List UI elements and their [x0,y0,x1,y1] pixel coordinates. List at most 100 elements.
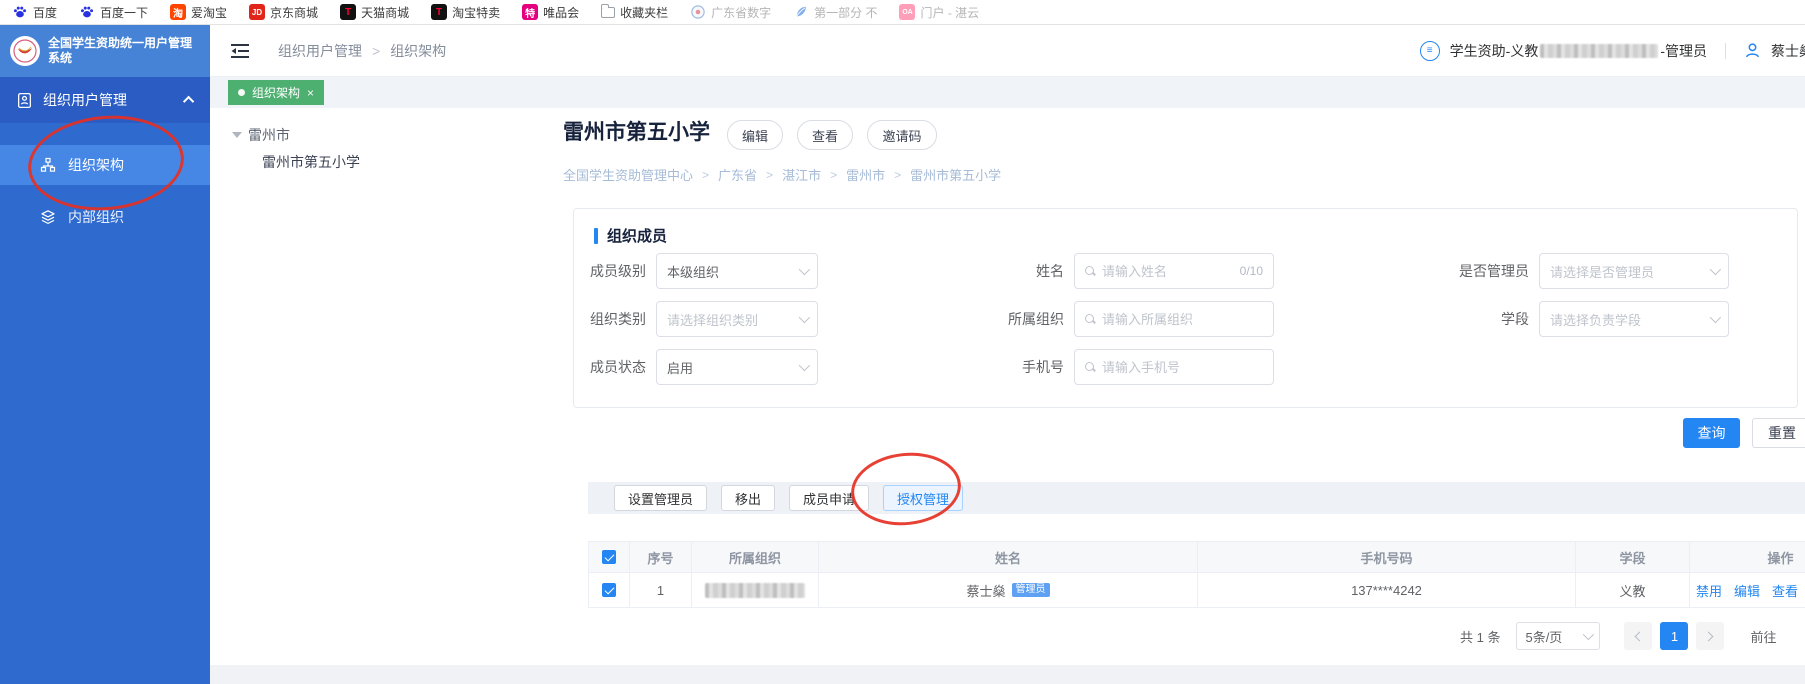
tree-node-label: 雷州市第五小学 [262,152,360,172]
bookmark-part-one[interactable]: 第一部分 不 [793,4,877,21]
header-stage: 学段 [1576,541,1690,573]
authorization-manage-button[interactable]: 授权管理 [883,485,963,511]
org-path-item[interactable]: 湛江市 [782,165,821,184]
page-bottom-band [210,665,1805,684]
total-count: 共 1 条 [1460,627,1500,646]
collapse-menu-icon[interactable] [230,42,250,60]
page-size-value: 5条/页 [1525,627,1562,646]
next-page-button[interactable] [1696,622,1724,650]
bookmark-taobao-sale[interactable]: T 淘宝特卖 [431,4,500,21]
members-table: 序号 所属组织 姓名 手机号码 学段 操作 1 蔡士燊 管理员 137****4… [588,541,1805,608]
page-size-select[interactable]: 5条/页 [1516,622,1600,650]
edit-link[interactable]: 编辑 [1734,581,1760,600]
org-input[interactable] [1102,312,1263,327]
sidebar-item-label: 组织用户管理 [43,90,186,110]
chevron-left-icon [1635,631,1645,641]
search-icon [1085,362,1096,373]
char-counter: 0/10 [1240,264,1263,278]
disable-link[interactable]: 禁用 [1696,581,1722,600]
header-phone: 手机号码 [1198,541,1576,573]
user-role-text: 学生资助-义教 -管理员 [1450,41,1707,61]
is-admin-select[interactable]: 请选择是否管理员 [1539,253,1729,289]
jd-icon: JD [249,4,265,20]
tree-node-school[interactable]: 雷州市第五小学 [262,152,360,172]
sidebar-item-org-structure[interactable]: 组织架构 [0,145,210,185]
tree-expand-caret-icon[interactable] [232,132,242,138]
set-admin-button[interactable]: 设置管理员 [614,485,707,511]
bookmark-guangdong-digital[interactable]: 广东省数字 [690,4,771,21]
bookmark-favorites-folder[interactable]: 收藏夹栏 [601,4,668,21]
member-filter-card: 组织成员 成员级别 本级组织 姓名 0/10 是否管理员 请选择是否管理员 组织… [573,208,1798,408]
bookmark-baidu[interactable]: 百度 [12,4,57,21]
bookmark-aitaobao[interactable]: 淘 爱淘宝 [170,4,227,21]
header-name: 姓名 [819,541,1198,573]
bookmark-label: 第一部分 不 [814,4,877,21]
browser-bookmarks-bar: 百度 百度一下 淘 爱淘宝 JD 京东商城 T 天猫商城 T 淘宝特卖 特 唯品… [0,0,1805,25]
table-header-row: 序号 所属组织 姓名 手机号码 学段 操作 [588,541,1805,573]
close-icon[interactable]: × [307,86,314,100]
app-logo-header: 全国学生资助统一用户管理系统 [0,25,210,77]
prev-page-button[interactable] [1624,622,1652,650]
platform-switch-icon[interactable]: ≡ [1420,41,1440,61]
member-apply-button[interactable]: 成员申请 [789,485,869,511]
org-path-item[interactable]: 雷州市第五小学 [910,165,1001,184]
current-page-button[interactable]: 1 [1660,622,1688,650]
open-tabs-strip: 组织架构 × [210,77,1805,108]
phone-input[interactable] [1102,360,1263,375]
cell-actions: 禁用 编辑 查看 移出 [1690,573,1805,608]
search-icon [1085,314,1096,325]
reset-button[interactable]: 重置 [1752,418,1805,448]
invite-code-button[interactable]: 邀请码 [867,120,937,150]
org-type-select[interactable]: 请选择组织类别 [656,301,818,337]
sidebar-item-label: 组织架构 [68,155,124,175]
emblem-icon [690,4,706,20]
tmall-icon: T [340,4,356,20]
bookmark-label: 百度一下 [100,4,148,21]
screen: 百度 百度一下 淘 爱淘宝 JD 京东商城 T 天猫商城 T 淘宝特卖 特 唯品… [0,0,1805,684]
breadcrumb-item[interactable]: 组织用户管理 [278,41,362,61]
org-path-item[interactable]: 全国学生资助管理中心 [563,165,693,184]
select-placeholder: 请选择组织类别 [667,310,793,329]
edit-button[interactable]: 编辑 [727,120,783,150]
org-input-box [1074,301,1274,337]
phone-input-box [1074,349,1274,385]
remove-member-button[interactable]: 移出 [721,485,775,511]
view-button[interactable]: 查看 [797,120,853,150]
bookmark-baidu-yixia[interactable]: 百度一下 [79,4,148,21]
row-checkbox[interactable] [602,583,616,597]
sidebar-item-internal-org[interactable]: 内部组织 [0,197,210,237]
breadcrumb-item[interactable]: 组织架构 [390,41,446,61]
stage-select[interactable]: 请选择负责学段 [1539,301,1729,337]
section-accent-bar [594,228,598,244]
portal-oa-icon: OA [899,4,915,20]
bookmark-jd[interactable]: JD 京东商城 [249,4,318,21]
table-toolbar: 设置管理员 移出 成员申请 授权管理 [588,482,1805,514]
tree-node-leizhou[interactable]: 雷州市 [232,125,290,145]
sidebar-item-org-user-management[interactable]: 组织用户管理 [0,77,210,123]
tree-node-label: 雷州市 [248,125,290,145]
page-title: 雷州市第五小学 [563,116,710,146]
sidebar-item-label: 内部组织 [68,207,124,227]
status-select[interactable]: 启用 [656,349,818,385]
user-name[interactable]: 蔡士燊 [1771,41,1805,61]
org-type-label: 组织类别 [574,301,646,337]
header-index: 序号 [630,541,692,573]
active-dot-icon [238,89,245,96]
stage-label: 学段 [1429,301,1529,337]
select-all-checkbox[interactable] [602,550,616,564]
tab-org-structure[interactable]: 组织架构 × [228,80,324,105]
view-link[interactable]: 查看 [1772,581,1798,600]
bookmark-tmall[interactable]: T 天猫商城 [340,4,409,21]
org-path-item[interactable]: 广东省 [718,165,757,184]
bookmark-vip[interactable]: 特 唯品会 [522,4,579,21]
org-path-item[interactable]: 雷州市 [846,165,885,184]
admin-badge: 管理员 [1012,583,1050,597]
query-button[interactable]: 查询 [1683,418,1740,448]
bookmark-portal-zhanyun[interactable]: OA 门户 - 湛云 [899,4,979,21]
sidebar: 全国学生资助统一用户管理系统 组织用户管理 组织架构 内部组织 [0,25,210,684]
status-label: 成员状态 [574,349,646,385]
chevron-down-icon [1710,264,1721,275]
baidu-paw-icon [12,4,28,20]
member-level-select[interactable]: 本级组织 [656,253,818,289]
name-input[interactable] [1102,264,1234,279]
